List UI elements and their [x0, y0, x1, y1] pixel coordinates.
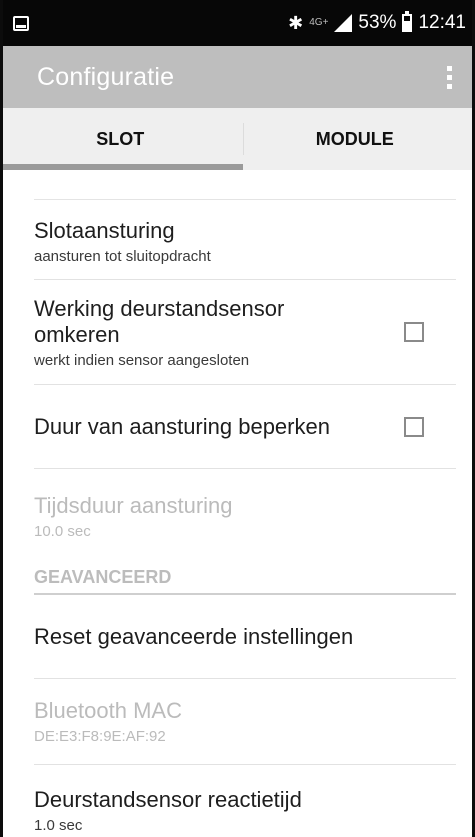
pref-summary: 1.0 sec [34, 816, 83, 834]
battery-icon [402, 11, 413, 32]
tab-indicator [3, 164, 243, 170]
omkeren-checkbox[interactable] [404, 322, 424, 342]
pref-bluetooth: Bluetooth MAC DE:E3:F8:9E:AF:92 [34, 679, 456, 765]
pref-title: Reset geavanceerde instellingen [34, 623, 354, 649]
tab-module[interactable]: MODULE [238, 108, 473, 170]
pref-title: Werking deurstandsensor [34, 295, 285, 321]
pref-summary: 10.0 sec [34, 522, 91, 540]
pref-reset[interactable]: Reset geavanceerde instellingen [34, 595, 456, 679]
preference-list: Slotaansturing aansturen tot sluitopdrac… [3, 199, 472, 837]
app-title: Configuratie [37, 62, 175, 91]
pref-slotaansturing[interactable]: Slotaansturing aansturen tot sluitopdrac… [34, 200, 456, 280]
pref-title: Tijdsduur aansturing [34, 492, 233, 518]
bluetooth-icon: ✱ [288, 12, 304, 33]
signal-icon [334, 14, 353, 32]
app-bar: Configuratie [3, 46, 472, 108]
pref-tijdsduur: Tijdsduur aansturing 10.0 sec [34, 469, 456, 553]
pref-title: Slotaansturing [34, 218, 175, 243]
pref-summary: aansturen tot sluitopdracht [34, 248, 211, 265]
pref-title: Duur van aansturing beperken [34, 413, 330, 439]
pref-title: Deurstandsensor reactietijd [34, 786, 302, 812]
pref-reactietijd[interactable]: Deurstandsensor reactietijd 1.0 sec [34, 765, 456, 837]
tab-divider [243, 123, 244, 155]
network-icon: 4G+ [309, 17, 329, 28]
status-bar: ✱ 4G+ 53% 12:41 [3, 0, 472, 46]
pref-title-line2: omkeren [34, 321, 120, 347]
screenshot-icon [13, 15, 29, 31]
phone-screen: ✱ 4G+ 53% 12:41 Configuratie SLOT MODULE… [0, 0, 475, 837]
battery-percentage: 53% [358, 12, 397, 33]
tab-slot[interactable]: SLOT [3, 108, 238, 170]
clock: 12:41 [418, 12, 466, 33]
pref-summary: DE:E3:F8:9E:AF:92 [34, 728, 166, 745]
overflow-menu-icon[interactable] [444, 65, 454, 89]
pref-beperken[interactable]: Duur van aansturing beperken [34, 385, 456, 469]
beperken-checkbox[interactable] [404, 416, 424, 437]
section-header-advanced: GEAVANCEERD [34, 553, 456, 595]
pref-summary: werkt indien sensor aangesloten [34, 351, 250, 369]
pref-title: Bluetooth MAC [34, 698, 182, 723]
tab-bar: SLOT MODULE [3, 108, 472, 170]
pref-omkeren[interactable]: Werking deurstandsensor omkeren werkt in… [34, 280, 456, 385]
